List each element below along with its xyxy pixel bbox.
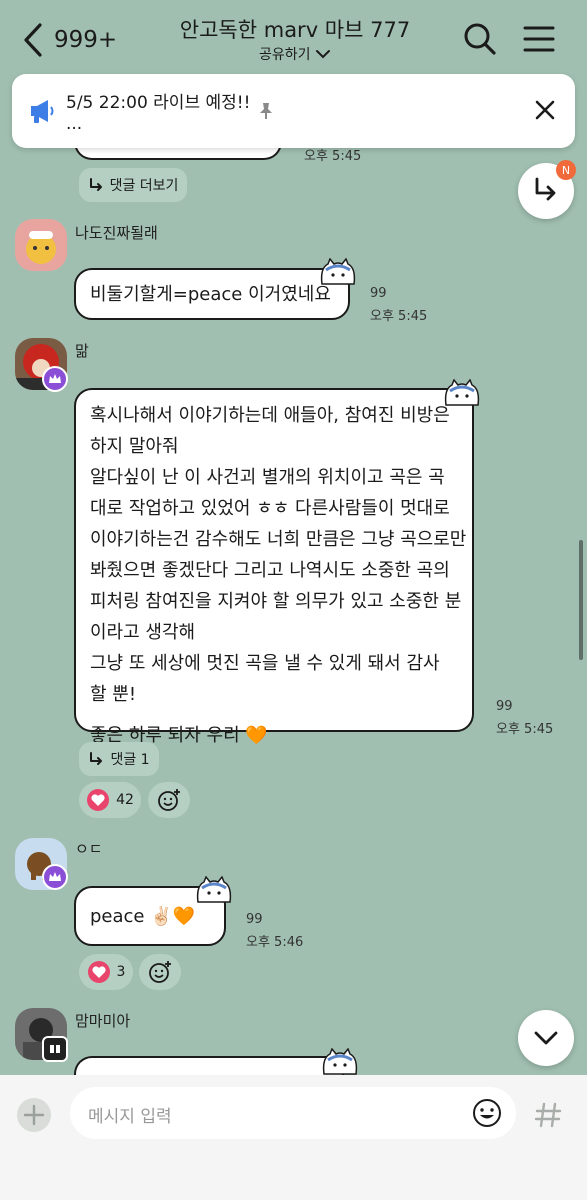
- message-line: 이라고 생각해: [90, 622, 196, 643]
- avatar-image: [26, 231, 56, 264]
- replies-label: 댓글 1: [110, 752, 150, 768]
- search-icon[interactable]: [463, 22, 497, 56]
- read-count: 99: [370, 286, 387, 301]
- message-input-placeholder: 메시지 입력: [88, 1107, 172, 1127]
- chevron-down-icon: [315, 50, 330, 59]
- message-text: peace ✌🏻🧡: [90, 906, 196, 927]
- pin-icon[interactable]: [258, 102, 274, 120]
- crown-badge-icon: [42, 366, 68, 392]
- unread-count: 999+: [54, 27, 118, 53]
- emoji-icon[interactable]: [472, 1098, 502, 1128]
- reply-arrow-icon: [89, 178, 102, 191]
- like-count: 3: [116, 964, 126, 980]
- message-line: 피처링 참여진을 지켜야 할 의무가 있고 소중한 분: [90, 591, 462, 612]
- add-reaction-button[interactable]: [148, 782, 190, 818]
- message-line: 봐줬으면 좋겠단다 그리고 나역시도 소중한 곡의: [90, 560, 450, 581]
- reply-arrow-icon: [535, 177, 556, 201]
- chat-header: 999+ 안고독한 marv 마브 777 공유하기: [0, 0, 587, 72]
- chevron-left-icon: [24, 23, 42, 57]
- cat-sticker-icon: [196, 876, 232, 903]
- heart-icon: [87, 961, 110, 983]
- back-button[interactable]: 999+: [22, 22, 117, 58]
- message-line: 할 뿐!: [90, 684, 137, 705]
- notice-banner[interactable]: 5/5 22:00 라이브 예정!! ...: [12, 74, 575, 148]
- smiley-plus-icon: [149, 961, 171, 983]
- message-line: 이야기하는건 감수해도 너희 만큼은 그냥 곡으로만: [90, 529, 467, 550]
- notice-subtitle: ...: [66, 114, 83, 134]
- close-icon[interactable]: [535, 100, 555, 120]
- message-time: 오후 5:45: [370, 309, 428, 324]
- read-count: 99: [246, 912, 263, 927]
- new-badge: N: [556, 160, 576, 180]
- message-bubble[interactable]: 혹시나해서 이야기하는데 애들아, 참여진 비방은하지 말아줘알다싶이 난 이 …: [74, 388, 474, 746]
- sender-name: ㅇㄷ: [75, 840, 103, 858]
- read-count: 99: [496, 699, 513, 714]
- message-time: 오후 5:46: [246, 935, 304, 950]
- share-dropdown[interactable]: 공유하기: [150, 44, 440, 64]
- new-badge-label: N: [561, 163, 571, 177]
- cat-sticker-icon: [320, 258, 356, 285]
- reply-arrow-icon: [90, 752, 103, 765]
- heart-icon: [87, 789, 110, 811]
- message-text: 혹시나해서 이야기하는데 애들아, 참여진 비방은하지 말아줘알다싶이 난 이 …: [90, 400, 466, 751]
- sender-name: 나도진짜될래: [75, 224, 158, 242]
- replies-button[interactable]: 댓글 1: [79, 742, 159, 776]
- message-line: 알다싶이 난 이 사건괴 별개의 위치이고 곡은 곡: [90, 467, 445, 488]
- hashtag-icon[interactable]: [530, 1097, 566, 1133]
- message-input[interactable]: 메시지 입력: [70, 1087, 516, 1139]
- like-count: 42: [116, 792, 134, 808]
- like-reaction[interactable]: 42: [79, 782, 141, 818]
- crown-badge-icon: [42, 864, 68, 890]
- sender-name: 맘마미아: [75, 1012, 131, 1030]
- message-time: 오후 5:45: [496, 722, 554, 737]
- chat-title[interactable]: 안고독한 marv 마브 777: [150, 14, 440, 44]
- smiley-plus-icon: [158, 789, 180, 811]
- sender-name: 맒: [75, 342, 89, 360]
- add-reaction-button[interactable]: [139, 954, 181, 990]
- scroll-to-bottom-button[interactable]: [518, 1010, 574, 1066]
- avatar[interactable]: [15, 219, 67, 271]
- megaphone-icon: [31, 100, 54, 123]
- like-reaction[interactable]: 3: [79, 954, 133, 990]
- scrollbar[interactable]: [579, 540, 583, 660]
- message-line: 하지 말아줘: [90, 436, 179, 457]
- share-label: 공유하기: [259, 47, 311, 63]
- message-line: 대로 작업하고 있었어 ㅎㅎ 다른사람들이 멋대로: [90, 498, 450, 519]
- message-text: 비둘기할게=peace 이거였네요: [90, 284, 331, 305]
- notice-title: 5/5 22:00 라이브 예정!!: [66, 93, 251, 113]
- video-badge-icon: [42, 1036, 68, 1062]
- message-line: 혹시나해서 이야기하는데 애들아, 참여진 비방은: [90, 405, 450, 426]
- more-replies-button[interactable]: 댓글 더보기: [79, 168, 187, 202]
- message-bubble[interactable]: 비둘기할게=peace 이거였네요: [74, 268, 350, 320]
- cat-sticker-icon: [322, 1048, 358, 1075]
- chevron-down-icon: [534, 1031, 558, 1045]
- message-input-bar: 메시지 입력: [0, 1075, 587, 1200]
- plus-icon[interactable]: [16, 1097, 52, 1133]
- message-line: 그냥 또 세상에 멋진 곡을 낼 수 있게 돼서 감사: [90, 653, 440, 674]
- more-replies-label: 댓글 더보기: [109, 178, 179, 194]
- menu-icon[interactable]: [523, 22, 555, 56]
- cat-sticker-icon: [444, 379, 480, 406]
